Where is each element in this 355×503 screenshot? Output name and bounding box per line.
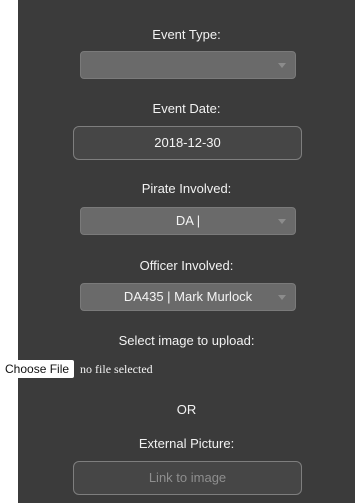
officer-involved-label: Officer Involved: [139, 258, 234, 273]
pirate-involved-select[interactable]: DA | [80, 207, 296, 235]
file-status-text: no file selected [80, 361, 153, 376]
event-form-panel: Event Type: Event Date: 2018-12-30 Pirat… [18, 0, 355, 503]
pirate-involved-label: Pirate Involved: [141, 181, 232, 196]
event-date-input[interactable]: 2018-12-30 [73, 126, 302, 160]
file-upload-row: Choose File no file selected [0, 360, 153, 378]
event-date-value: 2018-12-30 [154, 135, 221, 150]
chevron-down-icon [278, 295, 286, 300]
event-date-label: Event Date: [152, 101, 221, 116]
upload-label: Select image to upload: [118, 333, 255, 348]
choose-file-button[interactable]: Choose File [0, 360, 75, 378]
event-type-label: Event Type: [152, 27, 221, 42]
external-picture-input[interactable]: Link to image [73, 461, 302, 495]
officer-involved-select[interactable]: DA435 | Mark Murlock [80, 283, 296, 311]
external-picture-label: External Picture: [138, 436, 235, 451]
chevron-down-icon [278, 63, 286, 68]
external-picture-placeholder: Link to image [148, 470, 227, 485]
officer-involved-selected-value: DA435 | Mark Murlock [123, 289, 253, 304]
pirate-involved-selected-value: DA | [175, 213, 201, 228]
or-separator: OR [176, 402, 197, 417]
chevron-down-icon [278, 219, 286, 224]
event-type-select[interactable] [80, 51, 296, 79]
